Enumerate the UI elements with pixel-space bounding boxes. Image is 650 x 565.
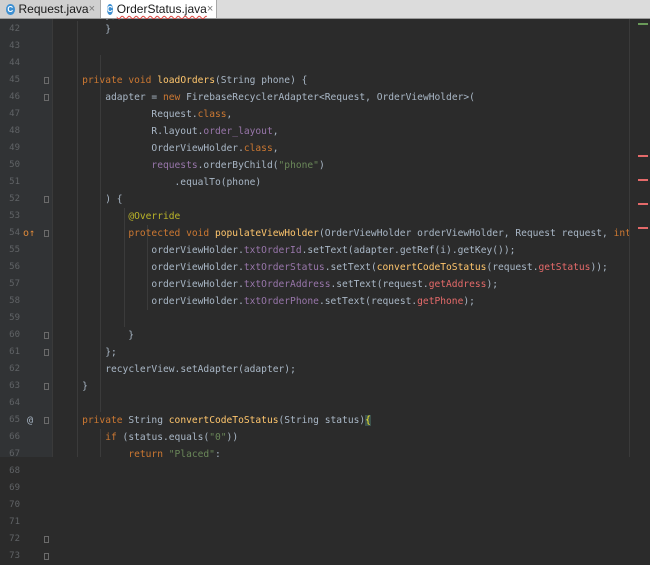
line-number: 46 [9, 92, 20, 102]
code-line[interactable]: private void loadOrders(String phone) { [59, 72, 629, 89]
code-line[interactable]: orderViewHolder.txtOrderAddress.setText(… [59, 276, 629, 293]
error-stripe-marker[interactable] [638, 227, 648, 229]
tab-request-java[interactable]: C Request.java × [0, 0, 101, 18]
code-line[interactable]: @Override [59, 208, 629, 225]
line-number: 64 [9, 398, 20, 408]
annotation-gutter-icon[interactable]: @ [27, 412, 33, 429]
code-line[interactable]: requests.orderByChild("phone") [59, 157, 629, 174]
code-line[interactable]: orderViewHolder.txtOrderPhone.setText(re… [59, 293, 629, 310]
line-number: 50 [9, 160, 20, 170]
fold-icon[interactable] [44, 536, 49, 543]
line-number: 57 [9, 279, 20, 289]
code-editor[interactable]: 42 43 44 45 46 47 48 49 50 51 52 53 54 55 56 57 58 59 60 61… [0, 19, 650, 561]
code-line[interactable]: } [59, 327, 629, 344]
close-tab-icon[interactable]: × [89, 3, 95, 15]
java-class-icon: C [6, 3, 15, 15]
code-line[interactable] [59, 38, 629, 55]
code-line[interactable] [59, 55, 629, 72]
code-area[interactable]: }); } private void loadOrders(String pho… [53, 19, 629, 457]
error-stripe-marker[interactable] [638, 179, 648, 181]
code-line[interactable]: if (status.equals("0")) [59, 429, 629, 446]
code-line[interactable]: ) { [59, 191, 629, 208]
code-line[interactable]: private String convertCodeToStatus(Strin… [59, 412, 629, 429]
code-line[interactable]: adapter = new FirebaseRecyclerAdapter<Re… [59, 89, 629, 106]
override-gutter-icon[interactable]: o↑ [23, 225, 35, 242]
line-number: 62 [9, 364, 20, 374]
line-number: 55 [9, 245, 20, 255]
code-line[interactable]: R.layout.order_layout, [59, 123, 629, 140]
error-stripe-marker[interactable] [638, 203, 648, 205]
code-line[interactable]: OrderViewHolder.class, [59, 140, 629, 157]
line-number: 60 [9, 330, 20, 340]
code-line[interactable] [59, 395, 629, 412]
fold-icon[interactable] [44, 77, 49, 84]
code-line[interactable]: recyclerView.setAdapter(adapter); [59, 361, 629, 378]
code-line[interactable]: .equalTo(phone) [59, 174, 629, 191]
fold-icon[interactable] [44, 230, 49, 237]
line-number: 56 [9, 262, 20, 272]
line-number: 43 [9, 41, 20, 51]
line-number: 65 [9, 415, 20, 425]
line-number: 68 [9, 466, 20, 476]
close-tab-icon[interactable]: × [207, 3, 213, 15]
code-line[interactable]: } [59, 378, 629, 395]
editor-scrollbar[interactable] [629, 19, 650, 457]
code-line[interactable]: Request.class, [59, 106, 629, 123]
line-number: 49 [9, 143, 20, 153]
line-number: 61 [9, 347, 20, 357]
line-number: 44 [9, 58, 20, 68]
line-number: 71 [9, 517, 20, 527]
fold-icon[interactable] [44, 94, 49, 101]
line-number: 51 [9, 177, 20, 187]
line-number-gutter[interactable]: 42 43 44 45 46 47 48 49 50 51 52 53 54 55 56 57 58 59 60 61… [0, 19, 53, 561]
fold-icon[interactable] [44, 332, 49, 339]
line-number: 54 [9, 228, 20, 238]
tab-label: Request.java [18, 2, 89, 16]
fold-icon[interactable] [44, 196, 49, 203]
error-stripe-marker[interactable] [638, 23, 648, 25]
line-number: 47 [9, 109, 20, 119]
line-number: 53 [9, 211, 20, 221]
line-number: 69 [9, 483, 20, 493]
line-number: 70 [9, 500, 20, 510]
line-number: 66 [9, 432, 20, 442]
line-number: 48 [9, 126, 20, 136]
fold-icon[interactable] [44, 383, 49, 390]
line-number: 59 [9, 313, 20, 323]
fold-icon[interactable] [44, 349, 49, 356]
line-number: 67 [9, 449, 20, 459]
code-line[interactable]: }; [59, 344, 629, 361]
line-number: 45 [9, 75, 20, 85]
code-line[interactable]: } [59, 21, 629, 38]
fold-icon[interactable] [44, 553, 49, 560]
fold-icon[interactable] [44, 417, 49, 424]
editor-tab-bar: C Request.java × C OrderStatus.java × [0, 0, 650, 19]
line-number: 73 [9, 551, 20, 561]
code-line[interactable]: return "Placed"; [59, 446, 629, 457]
line-number: 63 [9, 381, 20, 391]
code-line[interactable]: orderViewHolder.txtOrderId.setText(adapt… [59, 242, 629, 259]
code-line[interactable]: protected void populateViewHolder(OrderV… [59, 225, 629, 242]
code-line[interactable] [59, 310, 629, 327]
line-number: 52 [9, 194, 20, 204]
line-number: 72 [9, 534, 20, 544]
java-class-icon: C [107, 3, 113, 15]
tab-orderstatus-java[interactable]: C OrderStatus.java × [101, 0, 217, 18]
line-number: 58 [9, 296, 20, 306]
error-stripe-marker[interactable] [638, 155, 648, 157]
tab-label: OrderStatus.java [116, 2, 207, 16]
code-line[interactable]: orderViewHolder.txtOrderStatus.setText(c… [59, 259, 629, 276]
line-number: 42 [9, 24, 20, 34]
